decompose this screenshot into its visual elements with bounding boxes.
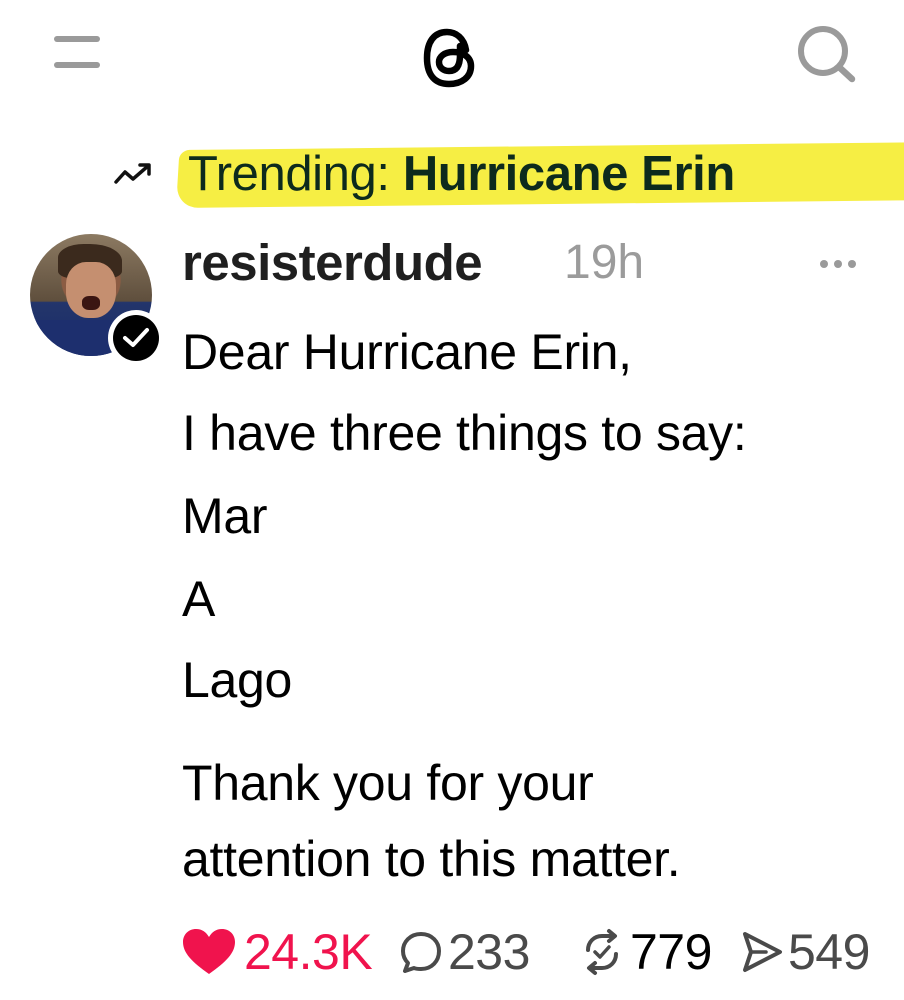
menu-bar-top [54,36,100,42]
post-text-line: A [182,571,216,627]
repost-count: 779 [630,924,712,980]
more-dot [820,260,828,268]
like-count: 24.3K [244,924,373,980]
comment-bubble-icon [401,932,441,973]
repost-button[interactable]: 779 [578,922,712,982]
menu-bar-bottom [54,62,100,68]
post-text-line: Mar [182,488,268,544]
threads-logo-icon[interactable] [416,22,488,94]
share-send-icon [743,932,782,972]
more-dot [848,260,856,268]
checkmark-icon [113,315,159,361]
threads-post-view: Trending: Hurricane Erin resisterdude 19… [0,0,904,1000]
repost-icon [586,929,618,975]
share-count: 549 [788,924,870,980]
post-actions: 24.3K 233 779 549 [180,922,904,982]
post-text-line: attention to this matter. [182,831,681,887]
share-button[interactable]: 549 [740,922,870,982]
verified-badge [108,310,164,366]
like-button[interactable]: 24.3K [180,922,373,982]
more-options-icon[interactable] [818,256,860,272]
trending-arrow-icon [114,163,151,184]
trending-text[interactable]: Trending: Hurricane Erin [188,144,735,204]
comment-count: 233 [448,924,530,980]
post-text-line: I have three things to say: [182,405,747,461]
heart-icon [183,929,235,974]
trending-label: Trending: [188,147,403,201]
post-username[interactable]: resisterdude [182,232,483,294]
trending-topic-name: Hurricane Erin [402,147,735,201]
post-timestamp: 19h [564,236,645,289]
comment-button[interactable]: 233 [398,922,530,982]
post-text-line: Dear Hurricane Erin, [182,324,632,380]
post-text-line: Thank you for your [182,755,594,811]
search-icon[interactable] [794,24,860,84]
avatar-mouth [82,296,100,310]
hamburger-menu-icon[interactable] [52,34,102,72]
post-text-line: Lago [182,652,293,708]
trending-topic[interactable]: Trending: Hurricane Erin [112,142,904,208]
more-dot [834,260,842,268]
